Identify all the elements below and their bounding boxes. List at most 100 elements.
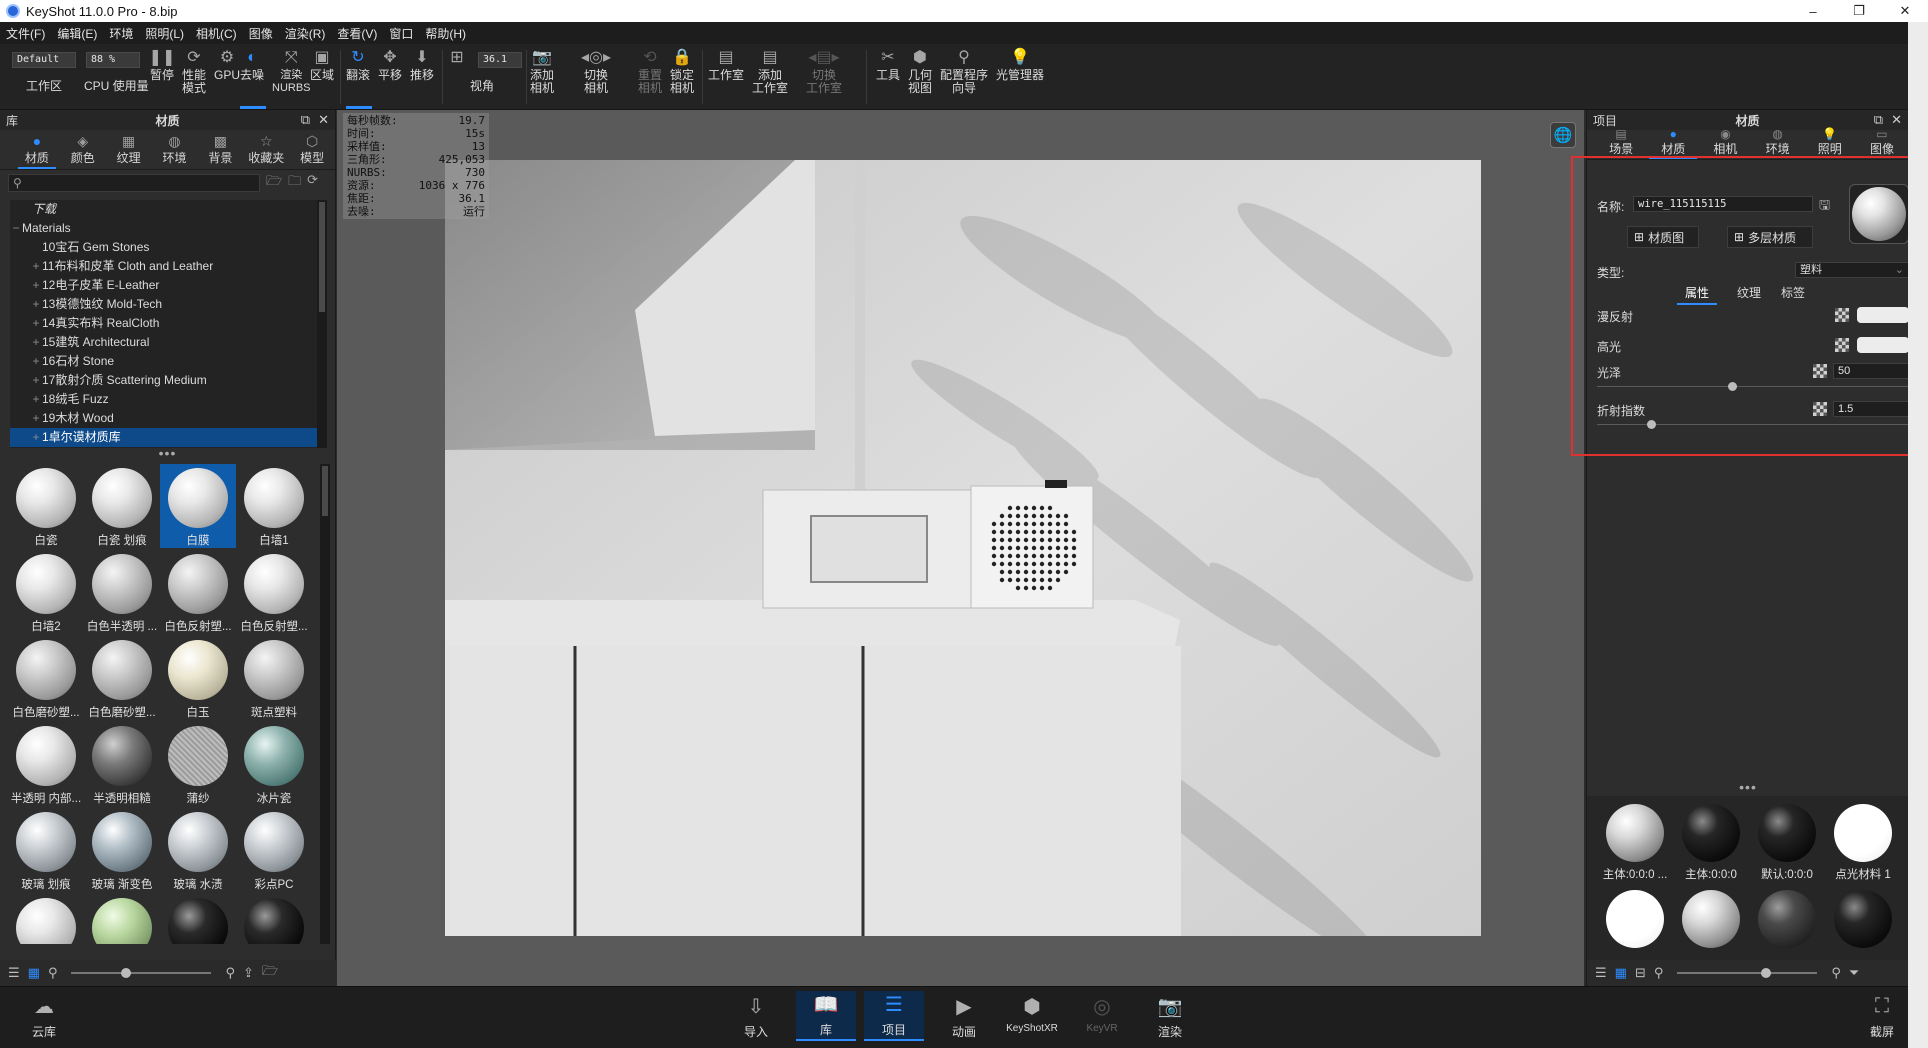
- expand-icon[interactable]: +: [30, 428, 42, 447]
- studio-button[interactable]: ▤ 工作室: [708, 48, 744, 82]
- material-thumbnail[interactable]: [236, 894, 312, 944]
- multilayer-material-button[interactable]: ⊞ 多层材质: [1727, 226, 1813, 248]
- tree-item[interactable]: +11布料和皮革 Cloth and Leather: [10, 257, 327, 276]
- tree-item[interactable]: 下载: [10, 200, 327, 219]
- material-thumbnail[interactable]: [84, 894, 160, 944]
- library-search-input[interactable]: ⚲: [8, 174, 260, 192]
- switch-camera-button[interactable]: ◂◎▸ 切换 相机: [581, 48, 611, 95]
- resize-handle[interactable]: •••: [0, 446, 335, 460]
- render-viewport[interactable]: 每秒帧数: 19.7 时间: 15s 采样值: 13 三角形: 425,053 NURBS: 73…: [337, 110, 1584, 986]
- add-folder-icon[interactable]: 🗀: [288, 172, 301, 194]
- performance-mode-button[interactable]: ⟳ 性能 模式: [182, 48, 206, 95]
- material-thumbnail[interactable]: 白瓷 划痕: [84, 464, 160, 548]
- cloud-upload-icon[interactable]: ⇪: [243, 965, 254, 981]
- menu-item[interactable]: 编辑(E): [57, 25, 97, 42]
- expand-icon[interactable]: +: [30, 390, 42, 409]
- expand-icon[interactable]: +: [30, 295, 42, 314]
- region-button[interactable]: ▣ 区域: [310, 48, 334, 82]
- material-thumbnail[interactable]: 白玉: [160, 636, 236, 720]
- dock-keyvr-button[interactable]: ◎ KeyVR: [1072, 993, 1132, 1035]
- grid-view-icon[interactable]: ▦: [1615, 965, 1627, 981]
- tree-item[interactable]: − Materials: [10, 219, 327, 238]
- tree-item[interactable]: +1卓尔谟材质库: [10, 428, 327, 447]
- zoom-in-icon[interactable]: ⚲: [1831, 965, 1841, 981]
- project-tab[interactable]: ◉ 相机: [1699, 128, 1751, 159]
- tree-item[interactable]: +12电子皮革 E-Leather: [10, 276, 327, 295]
- thumbnail-size-slider[interactable]: [1677, 968, 1818, 978]
- scene-material-thumbnail[interactable]: 点光材料 1: [1825, 804, 1901, 888]
- folder-open-icon[interactable]: 🗁: [262, 962, 278, 984]
- tree-item[interactable]: +15建筑 Architectural: [10, 333, 327, 352]
- tumble-button[interactable]: ↻ 翻滚: [346, 48, 370, 82]
- tab-labels[interactable]: 标签: [1781, 284, 1805, 305]
- menu-item[interactable]: 相机(C): [196, 25, 237, 42]
- material-graph-button[interactable]: ⊞ 材质图: [1627, 226, 1699, 248]
- menu-item[interactable]: 图像: [249, 25, 273, 42]
- globe-icon[interactable]: 🌐: [1550, 122, 1576, 148]
- library-tab[interactable]: ▦ 纹理: [106, 130, 152, 169]
- tools-button[interactable]: ✂ 工具: [876, 48, 900, 82]
- gloss-slider[interactable]: [1597, 382, 1909, 391]
- expand-icon[interactable]: +: [30, 276, 42, 295]
- menu-item[interactable]: 环境: [109, 25, 133, 42]
- expand-icon[interactable]: −: [10, 219, 22, 238]
- geometry-view-button[interactable]: ⬢ 几何 视图: [908, 48, 932, 95]
- material-preview[interactable]: [1849, 184, 1909, 244]
- lock-camera-button[interactable]: 🔒 锁定 相机: [670, 48, 694, 95]
- undock-icon[interactable]: ⧉: [1874, 112, 1883, 128]
- zoom-in-icon[interactable]: ⚲: [225, 965, 235, 981]
- dock-animation-button[interactable]: ▶ 动画: [934, 993, 994, 1040]
- thumbnail-size-slider[interactable]: [71, 968, 212, 978]
- material-thumbnail[interactable]: 半透明相糙: [84, 722, 160, 806]
- denoise-button[interactable]: ◐ 去噪: [240, 48, 264, 82]
- filter-icon[interactable]: ⏷: [1849, 965, 1859, 981]
- menu-item[interactable]: 窗口: [389, 25, 413, 42]
- diffuse-color-swatch[interactable]: [1857, 307, 1909, 323]
- library-tab[interactable]: ◈ 颜色: [60, 130, 106, 169]
- ior-texture-icon[interactable]: [1813, 402, 1827, 416]
- pause-button[interactable]: ❚❚ 暂停: [149, 48, 176, 82]
- material-thumbnail[interactable]: 白墙1: [236, 464, 312, 548]
- close-panel-icon[interactable]: ✕: [1891, 112, 1902, 128]
- tree-item[interactable]: +17散射介质 Scattering Medium: [10, 371, 327, 390]
- ior-slider[interactable]: [1597, 420, 1909, 429]
- material-thumbnail[interactable]: 白膜: [160, 464, 236, 548]
- menu-item[interactable]: 照明(L): [145, 25, 184, 42]
- material-thumbnail[interactable]: 冰片瓷: [236, 722, 312, 806]
- material-thumbnail[interactable]: 白色反射塑...: [160, 550, 236, 634]
- material-thumbnail[interactable]: 蒲纱: [160, 722, 236, 806]
- reset-camera-button[interactable]: ⟲ 重置 相机: [638, 48, 662, 95]
- material-thumbnail[interactable]: 玻璃 水渍: [160, 808, 236, 892]
- gloss-input[interactable]: 50: [1833, 363, 1911, 379]
- diffuse-texture-icon[interactable]: [1835, 308, 1849, 322]
- thumbnails-scrollbar[interactable]: [320, 464, 330, 944]
- pan-button[interactable]: ✥ 平移: [378, 48, 402, 82]
- tree-item[interactable]: +13模德蚀纹 Mold-Tech: [10, 295, 327, 314]
- gloss-texture-icon[interactable]: [1813, 364, 1827, 378]
- material-thumbnail[interactable]: 玻璃 渐变色: [84, 808, 160, 892]
- tree-item[interactable]: 10宝石 Gem Stones: [10, 238, 327, 257]
- project-tab[interactable]: ● 材质: [1647, 128, 1699, 159]
- tree-item[interactable]: +16石材 Stone: [10, 352, 327, 371]
- tree-item[interactable]: +14真实布料 RealCloth: [10, 314, 327, 333]
- material-thumbnail[interactable]: [160, 894, 236, 944]
- library-tab[interactable]: ▩ 背景: [197, 130, 243, 169]
- close-panel-icon[interactable]: ✕: [318, 112, 329, 128]
- material-thumbnail[interactable]: [8, 894, 84, 944]
- dock-project-button[interactable]: ☰ 项目: [864, 991, 924, 1041]
- menu-item[interactable]: 文件(F): [6, 25, 45, 42]
- tree-scrollbar[interactable]: [317, 200, 327, 448]
- dock-import-button[interactable]: ⇩ 导入: [726, 993, 786, 1040]
- library-tab[interactable]: ◍ 环境: [152, 130, 198, 169]
- save-material-icon[interactable]: 🖫: [1819, 196, 1830, 218]
- list-view-icon[interactable]: ☰: [1595, 965, 1607, 981]
- material-thumbnail[interactable]: 白墙2: [8, 550, 84, 634]
- specular-texture-icon[interactable]: [1835, 338, 1849, 352]
- dock-render-button[interactable]: 📷 渲染: [1140, 993, 1200, 1040]
- specular-color-swatch[interactable]: [1857, 337, 1909, 353]
- configurator-wizard-button[interactable]: ⚲ 配置程序 向导: [940, 48, 988, 95]
- material-thumbnail[interactable]: 半透明 内部...: [8, 722, 84, 806]
- dock-screenshot-button[interactable]: ⛶ 截屏: [1852, 993, 1912, 1040]
- gpu-button[interactable]: ⚙ GPU: [214, 48, 240, 82]
- library-tab[interactable]: ● 材质: [14, 130, 60, 169]
